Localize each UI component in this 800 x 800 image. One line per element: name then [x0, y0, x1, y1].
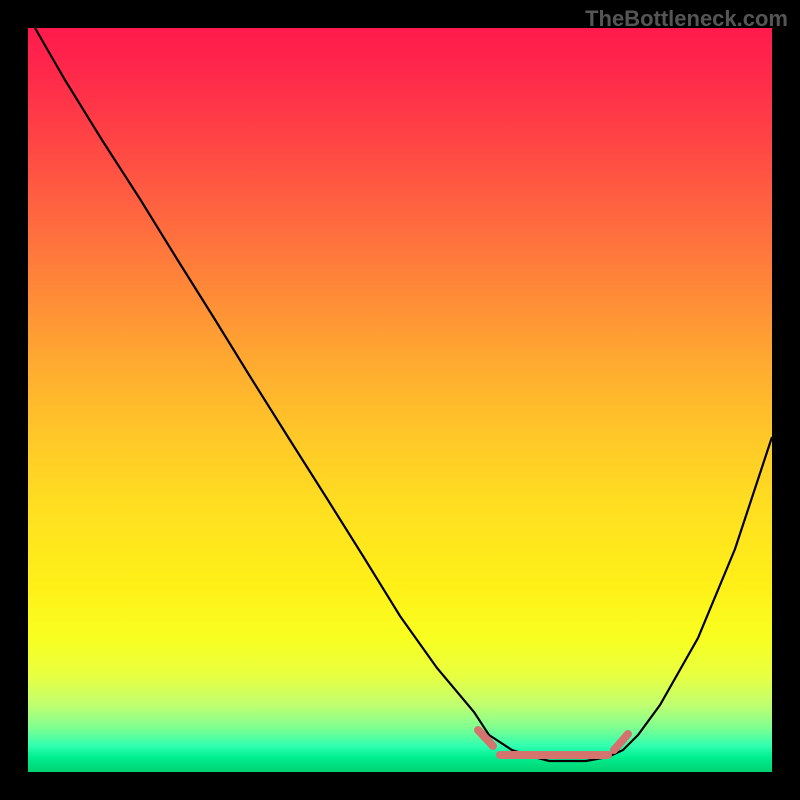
chart-svg [28, 28, 772, 772]
bottleneck-curve [35, 28, 772, 761]
plot-area [28, 28, 772, 772]
highlight-marker-left [478, 730, 493, 746]
watermark-text: TheBottleneck.com [585, 6, 788, 32]
